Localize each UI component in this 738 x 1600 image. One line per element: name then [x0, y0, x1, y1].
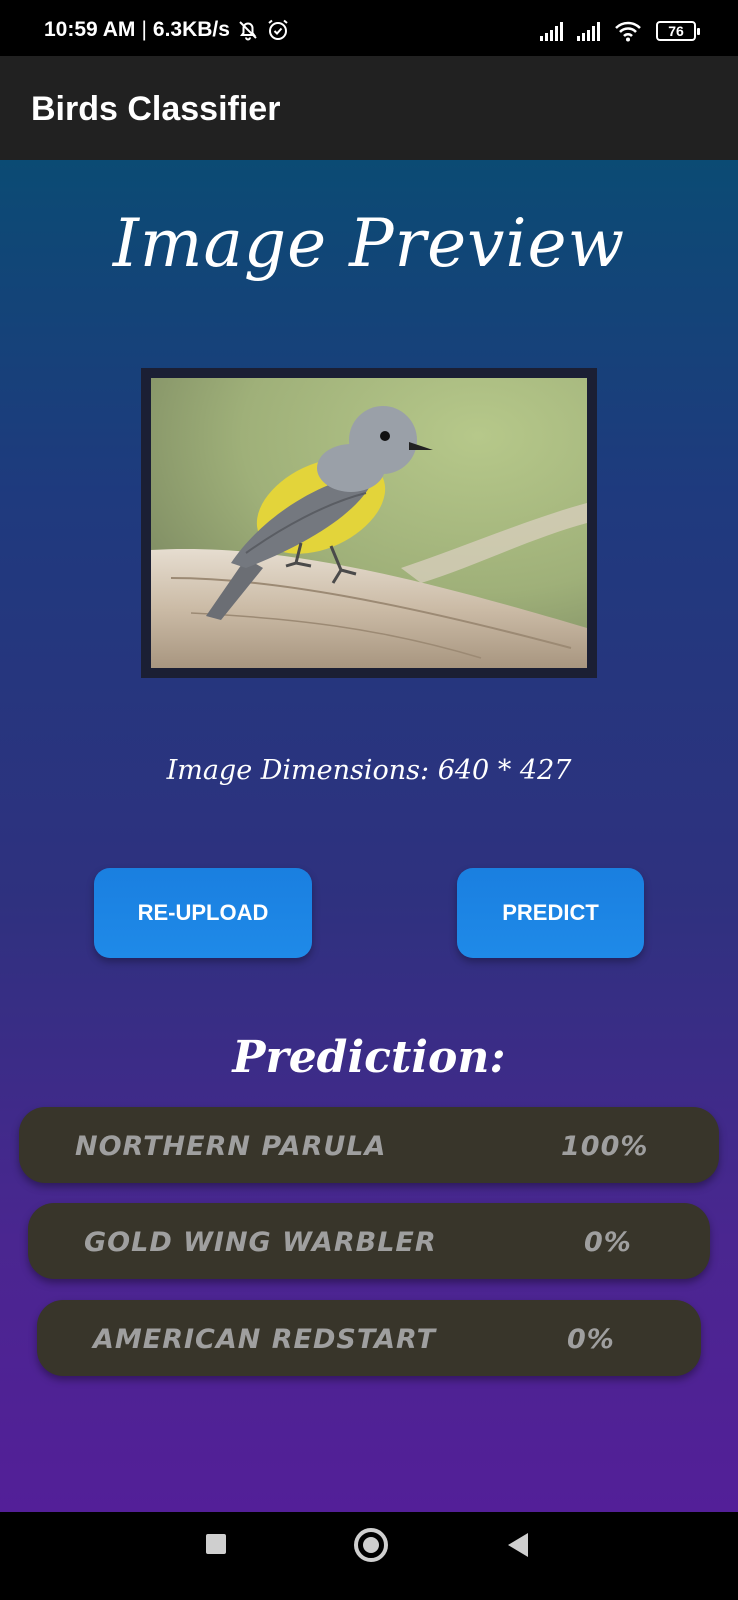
signal-icon: [577, 21, 600, 41]
alarm-icon: [268, 19, 288, 40]
prediction-label: GOLD WING WARBLER: [84, 1227, 437, 1258]
prediction-value: 100%: [561, 1131, 649, 1162]
reupload-button[interactable]: RE-UPLOAD: [94, 868, 312, 958]
status-time: 10:59 AM: [44, 18, 136, 41]
battery-icon: 76: [656, 21, 700, 41]
prediction-row: GOLD WING WARBLER 0%: [28, 1203, 710, 1279]
back-triangle-icon[interactable]: [508, 1533, 528, 1557]
image-preview-title: Image Preview: [112, 205, 626, 282]
navigation-bar: [0, 1512, 738, 1600]
status-divider: |: [141, 18, 147, 41]
app-bar: Birds Classifier: [0, 56, 738, 160]
battery-level: 76: [668, 23, 684, 39]
home-circle-icon[interactable]: [354, 1528, 388, 1562]
wifi-icon: [615, 21, 641, 42]
status-net-speed: 6.3KB/s: [152, 18, 230, 41]
prediction-label: NORTHERN PARULA: [75, 1131, 387, 1162]
predict-button[interactable]: PREDICT: [457, 868, 644, 958]
prediction-row: NORTHERN PARULA 100%: [19, 1107, 719, 1183]
status-bar: 10:59 AM | 6.3KB/s 76: [0, 0, 738, 56]
app-title: Birds Classifier: [31, 90, 281, 128]
recents-square-icon[interactable]: [206, 1534, 226, 1554]
bird-image: [151, 378, 587, 668]
status-right: 76: [540, 20, 700, 42]
prediction-value: 0%: [567, 1324, 615, 1355]
signal-icon: [540, 21, 563, 41]
prediction-row: AMERICAN REDSTART 0%: [37, 1300, 701, 1376]
status-left: 10:59 AM | 6.3KB/s: [44, 18, 290, 42]
main-content: Image Preview Image Dimensions: 640 * 42…: [0, 160, 738, 1512]
prediction-heading: Prediction:: [232, 1032, 506, 1083]
mute-bell-icon: [239, 21, 257, 41]
prediction-value: 0%: [584, 1227, 632, 1258]
prediction-label: AMERICAN REDSTART: [93, 1324, 437, 1355]
image-dimensions-text: Image Dimensions: 640 * 427: [166, 755, 572, 786]
image-preview-frame: [141, 368, 597, 678]
